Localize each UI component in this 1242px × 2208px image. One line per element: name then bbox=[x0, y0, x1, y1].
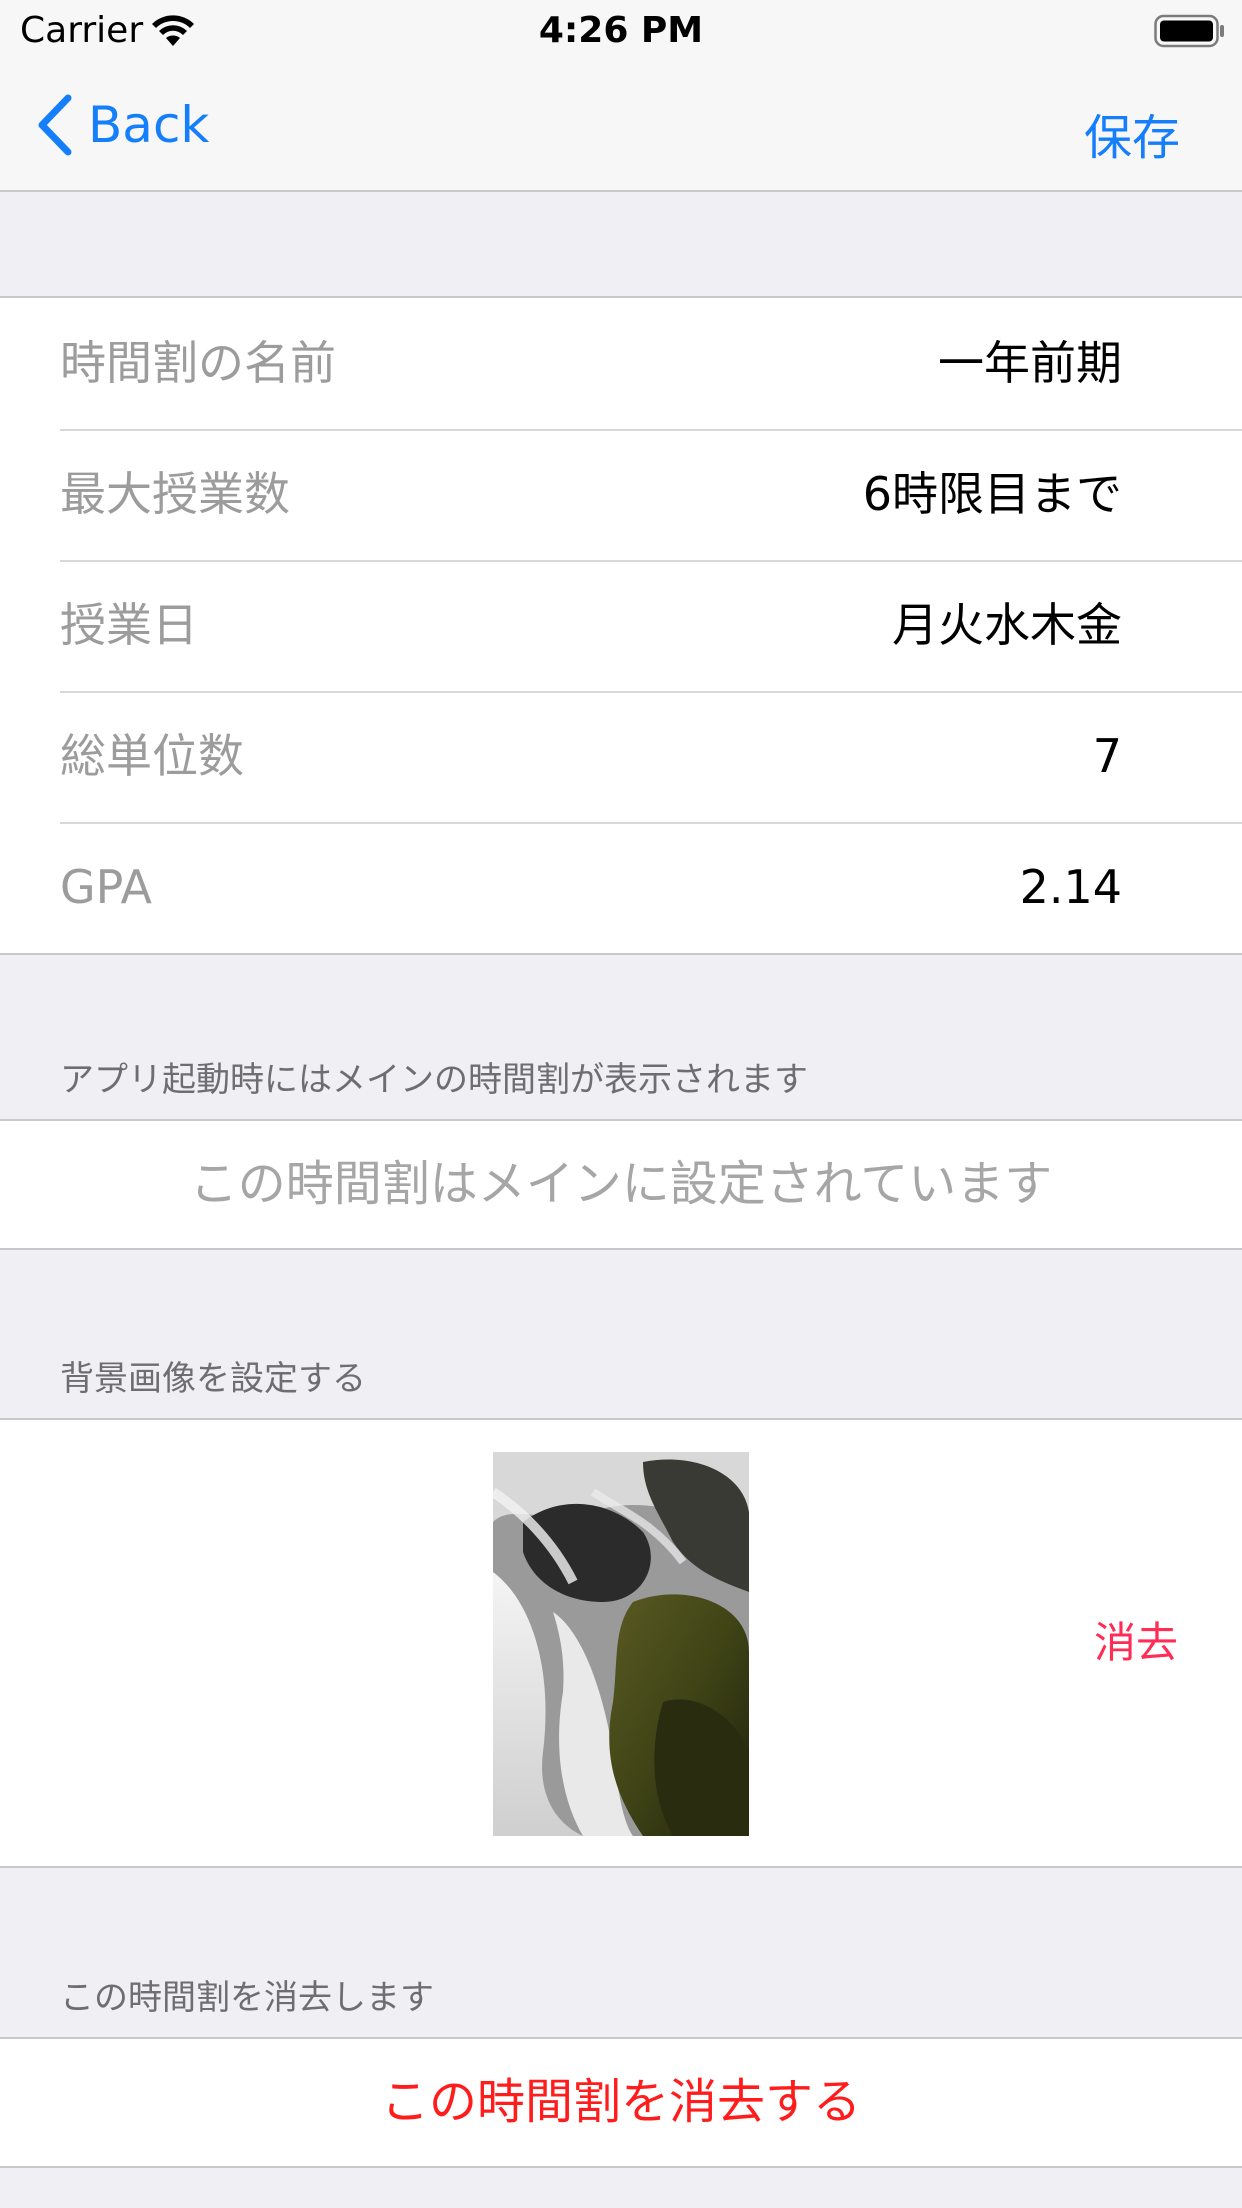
background-image-row: 消去 bbox=[0, 1420, 1242, 1866]
info-row-max-periods[interactable]: 最大授業数 6時限目まで bbox=[0, 429, 1242, 560]
back-button[interactable]: Back bbox=[34, 90, 209, 160]
main-section-header: アプリ起動時にはメインの時間割が表示されます bbox=[60, 1060, 808, 1100]
row-key: 時間割の名前 bbox=[60, 336, 336, 390]
row-value: 2.14 bbox=[1019, 860, 1122, 914]
save-button[interactable]: 保存 bbox=[1084, 98, 1180, 168]
app-screen: Carrier 4:26 PM Back 保存 時間割の名前 一年前期 最大授業… bbox=[0, 0, 1242, 2208]
row-value: 7 bbox=[1092, 729, 1122, 783]
timetable-info-group: 時間割の名前 一年前期 最大授業数 6時限目まで 授業日 月火水木金 総単位数 … bbox=[0, 296, 1242, 955]
row-key: 最大授業数 bbox=[60, 467, 290, 521]
row-value: 月火水木金 bbox=[892, 598, 1122, 652]
info-row-name[interactable]: 時間割の名前 一年前期 bbox=[0, 298, 1242, 429]
back-label: Back bbox=[88, 96, 210, 154]
info-row-class-days[interactable]: 授業日 月火水木金 bbox=[0, 560, 1242, 691]
info-row-total-credits: 総単位数 7 bbox=[0, 691, 1242, 822]
row-key: GPA bbox=[60, 860, 152, 914]
chevron-left-icon bbox=[38, 94, 72, 156]
delete-section-header: この時間割を消去します bbox=[60, 1978, 434, 2018]
row-value: 6時限目まで bbox=[862, 467, 1122, 521]
background-section-header: 背景画像を設定する bbox=[60, 1359, 366, 1399]
background-image-group: 消去 bbox=[0, 1418, 1242, 1868]
main-status-cell: この時間割はメインに設定されています bbox=[189, 1156, 1053, 1212]
main-status-group: この時間割はメインに設定されています bbox=[0, 1119, 1242, 1250]
row-key: 授業日 bbox=[60, 598, 198, 652]
nav-bar: Back 保存 bbox=[0, 60, 1242, 192]
status-time: 4:26 PM bbox=[538, 10, 704, 51]
row-key: 総単位数 bbox=[60, 729, 244, 783]
status-bar: Carrier 4:26 PM bbox=[0, 0, 1242, 60]
battery-icon bbox=[1154, 14, 1224, 48]
info-row-gpa: GPA 2.14 bbox=[0, 822, 1242, 953]
delete-timetable-button[interactable]: この時間割を消去する bbox=[0, 2039, 1242, 2166]
delete-group: この時間割を消去する bbox=[0, 2037, 1242, 2168]
erase-background-button[interactable]: 消去 bbox=[1094, 1420, 1178, 1866]
background-image-thumbnail[interactable] bbox=[493, 1452, 749, 1836]
row-value: 一年前期 bbox=[938, 336, 1122, 390]
